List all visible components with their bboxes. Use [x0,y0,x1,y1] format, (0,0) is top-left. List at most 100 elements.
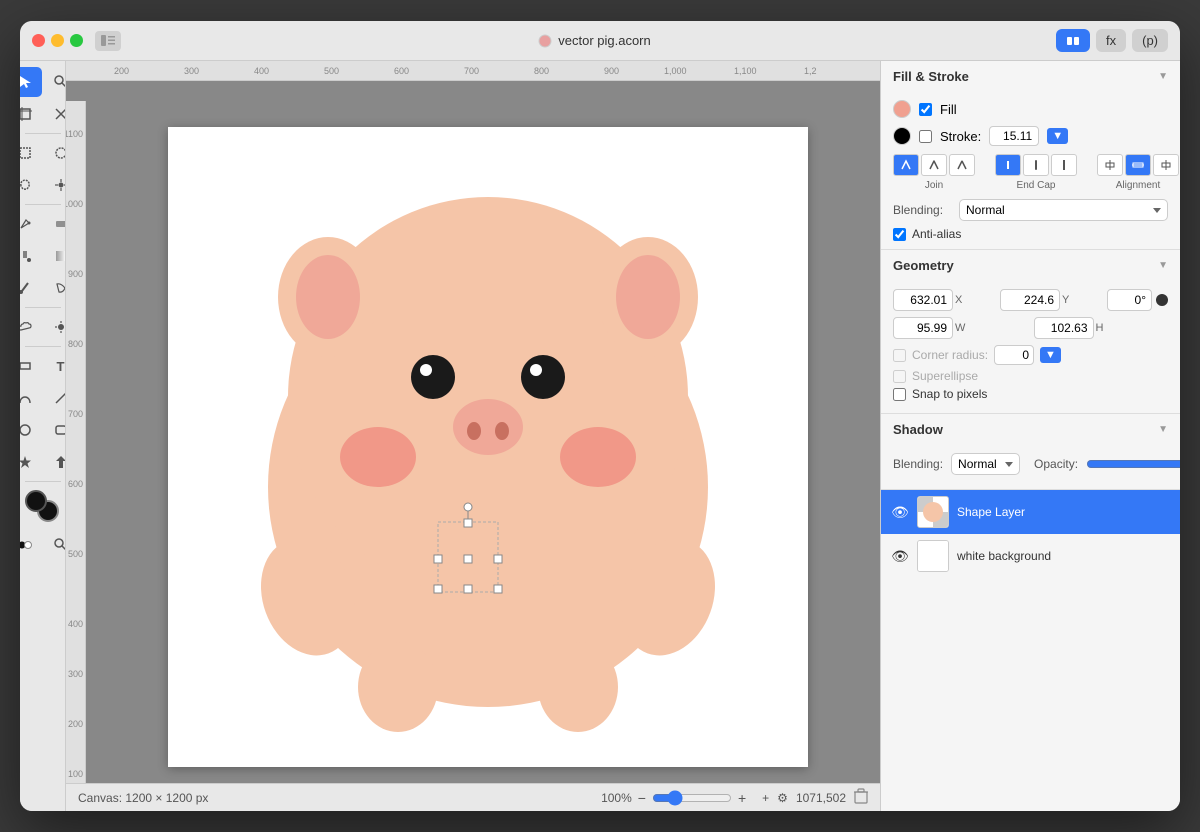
position-info: 1071,502 [796,791,846,805]
add-layer-button[interactable]: + [762,791,769,805]
zoom-slider[interactable] [652,790,732,806]
superellipse-checkbox[interactable] [893,370,906,383]
transform-tool[interactable] [44,99,67,129]
align-btn-0[interactable] [1097,154,1123,176]
zoom-control[interactable]: 100% − + [601,790,746,806]
corner-radius-label: Corner radius: [912,348,988,362]
trash-button[interactable] [854,788,868,807]
color-well-foreground[interactable] [25,490,47,512]
join-btn-0[interactable] [893,154,919,176]
magic-wand-tool[interactable] [44,170,67,200]
stroke-color-swatch[interactable] [893,127,911,145]
arrow-tool[interactable] [44,447,67,477]
align-btn-2[interactable] [1153,154,1179,176]
fill-stroke-title: Fill & Stroke [893,69,969,84]
cloud-tool[interactable] [20,312,42,342]
snap-pixels-checkbox[interactable] [893,388,906,401]
shadow-header[interactable]: Shadow ▼ [881,414,1180,445]
eraser-tool[interactable] [44,209,67,239]
rotation-input[interactable] [1107,289,1152,311]
main-content: T [20,61,1180,811]
h-input[interactable] [1034,317,1094,339]
corner-radius-input[interactable] [994,345,1034,365]
smudge-tool[interactable] [44,273,67,303]
layer-eye-background[interactable]: 👁 [891,548,909,565]
close-button[interactable] [32,34,45,47]
sidebar-toggle-button[interactable] [95,31,121,51]
align-btn-1[interactable] [1125,154,1151,176]
shadow-blending-row: Blending: Normal Multiply Opacity: 100% [893,453,1168,475]
canvas-info: Canvas: 1200 × 1200 px [78,791,208,805]
oval-tool[interactable] [20,415,42,445]
fill-stroke-section: Fill & Stroke ▼ Fill Stroke: [881,61,1180,250]
text-tool[interactable]: T [44,351,67,381]
corner-radius-dropdown[interactable]: ▼ [1040,347,1061,363]
endcap-btn-2[interactable] [1051,154,1077,176]
stroke-checkbox[interactable] [919,130,932,143]
sun-tool[interactable] [44,312,67,342]
rect-select-tool[interactable] [20,138,42,168]
y-input[interactable] [1000,289,1060,311]
ellipse-select-tool[interactable] [44,138,67,168]
crop-tool[interactable] [20,99,42,129]
fill-stroke-header[interactable]: Fill & Stroke ▼ [881,61,1180,92]
layer-eye-shape[interactable]: 👁 [891,504,909,521]
endcap-btn-1[interactable] [1023,154,1049,176]
corner-radius-checkbox[interactable] [893,349,906,362]
blending-select[interactable]: Normal Multiply Screen Overlay [959,199,1168,221]
blending-row: Blending: Normal Multiply Screen Overlay [893,199,1168,221]
settings-button[interactable]: ⚙ [777,791,788,805]
gradient-tool[interactable] [44,241,67,271]
y-label: Y [1062,294,1074,306]
alignment-label: Alignment [1116,180,1160,191]
shadow-title: Shadow [893,422,943,437]
zoom-tool[interactable] [44,67,67,97]
fx-button[interactable]: fx [1096,29,1126,52]
join-btn-1[interactable] [921,154,947,176]
xy-row: X Y [893,289,1168,311]
p-button[interactable]: (p) [1132,29,1168,52]
canvas-background[interactable] [96,111,880,783]
fill-row: Fill [893,100,1168,118]
zoom-tool-bottom[interactable] [44,530,67,560]
eyedropper-tool[interactable] [20,273,42,303]
canvas-document[interactable] [168,127,808,767]
select-tool[interactable] [20,67,42,97]
join-btn-2[interactable] [949,154,975,176]
paint-bucket-tool[interactable] [20,241,42,271]
x-input[interactable] [893,289,953,311]
shadow-blending-select[interactable]: Normal Multiply [951,453,1020,475]
endcap-group: End Cap [995,154,1077,191]
geometry-header[interactable]: Geometry ▼ [881,250,1180,281]
corner-radius-row: Corner radius: ▼ [893,345,1168,365]
fill-color-swatch[interactable] [893,100,911,118]
anti-alias-checkbox[interactable] [893,228,906,241]
layer-item-background[interactable]: 👁 white background [881,534,1180,578]
swap-colors-tool[interactable] [20,530,42,560]
shadow-opacity-slider[interactable] [1086,456,1180,472]
canvas-viewport[interactable]: 1100 1000 900 800 700 600 500 400 300 20… [66,81,880,783]
pen-tool[interactable] [20,209,42,239]
wh-row: W H [893,317,1168,339]
layers-section: 👁 Shape Layer 👁 [881,490,1180,811]
fill-checkbox[interactable] [919,103,932,116]
zoom-out-button[interactable]: − [638,790,646,806]
star-tool[interactable] [20,447,42,477]
minimize-button[interactable] [51,34,64,47]
shadow-body: Blending: Normal Multiply Opacity: 100% [881,445,1180,489]
layer-thumb-shape [917,496,949,528]
lasso-tool[interactable] [20,170,42,200]
stroke-value-input[interactable] [989,126,1039,146]
layer-item-shape[interactable]: 👁 Shape Layer [881,490,1180,534]
rotation-handle[interactable] [1156,294,1168,306]
stroke-arrow-button[interactable]: ▼ [1047,128,1068,144]
w-input[interactable] [893,317,953,339]
bezier-tool[interactable] [20,383,42,413]
rounded-rect-tool[interactable] [44,415,67,445]
maximize-button[interactable] [70,34,83,47]
rect-shape-tool[interactable] [20,351,42,381]
tools-button[interactable] [1056,29,1090,52]
endcap-btn-0[interactable] [995,154,1021,176]
zoom-in-button[interactable]: + [738,790,746,806]
line-tool[interactable] [44,383,67,413]
